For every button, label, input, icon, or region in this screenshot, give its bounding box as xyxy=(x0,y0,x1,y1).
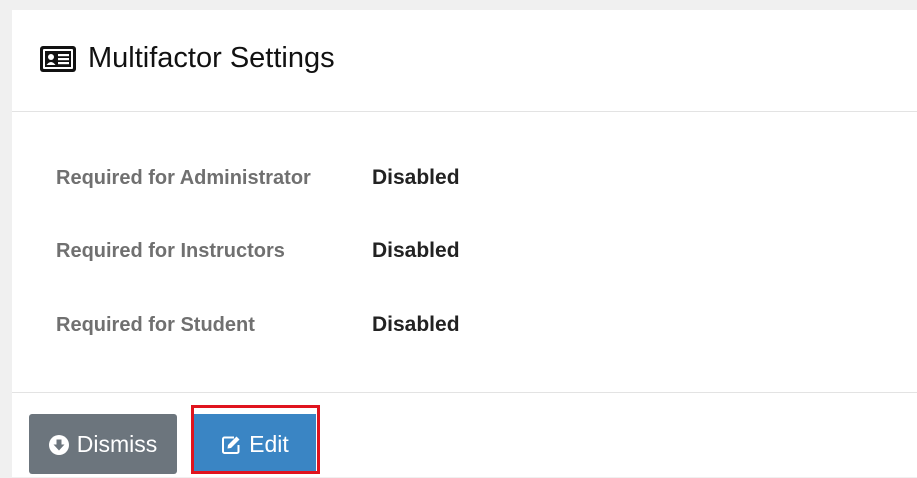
setting-value: Disabled xyxy=(372,239,460,262)
card-body: Required for Administrator Disabled Requ… xyxy=(12,112,917,392)
card-header: Multifactor Settings xyxy=(12,10,917,112)
id-card-icon xyxy=(40,45,76,72)
setting-label: Required for Student xyxy=(56,313,255,336)
card-title: Multifactor Settings xyxy=(40,42,335,75)
dismiss-button[interactable]: Dismiss xyxy=(29,414,177,474)
setting-value: Disabled xyxy=(372,313,460,336)
setting-row-instructors: Required for Instructors Disabled xyxy=(56,236,460,266)
setting-label: Required for Instructors xyxy=(56,239,285,262)
setting-label: Required for Administrator xyxy=(56,166,311,189)
setting-row-student: Required for Student Disabled xyxy=(56,310,460,340)
edit-button-label: Edit xyxy=(249,430,289,457)
card-title-text: Multifactor Settings xyxy=(88,42,335,74)
top-strip xyxy=(0,0,917,10)
edit-button[interactable]: Edit xyxy=(194,414,316,474)
setting-row-administrator: Required for Administrator Disabled xyxy=(56,163,460,193)
edit-icon xyxy=(221,434,241,454)
setting-value: Disabled xyxy=(372,166,460,189)
multifactor-settings-card: Multifactor Settings Required for Admini… xyxy=(12,10,917,477)
dismiss-button-label: Dismiss xyxy=(76,430,158,457)
arrow-circle-down-icon xyxy=(48,434,69,455)
card-footer: Dismiss Edit xyxy=(12,392,917,478)
